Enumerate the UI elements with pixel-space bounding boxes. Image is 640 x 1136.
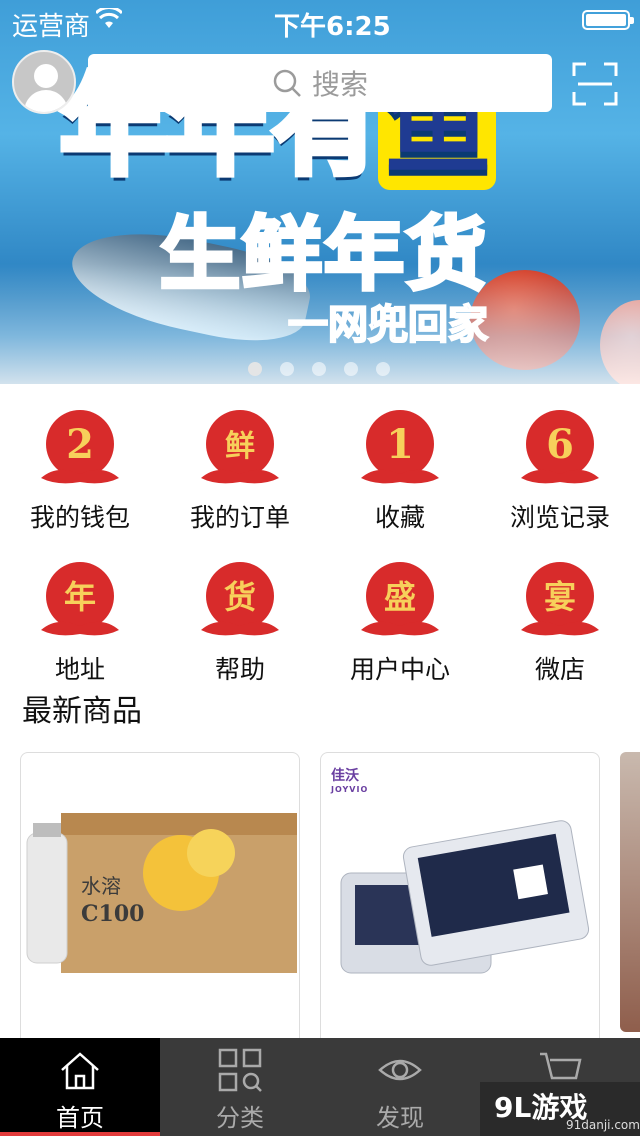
home-icon — [61, 1052, 99, 1090]
menu-glyph: 货 — [224, 578, 256, 616]
menu-label: 我的钱包 — [29, 503, 130, 532]
micro-store-icon: 宴 — [521, 562, 599, 636]
category-icon — [218, 1048, 262, 1092]
scan-icon[interactable] — [572, 62, 618, 106]
wifi-icon — [96, 8, 122, 28]
page-dot[interactable] — [344, 362, 358, 376]
page-dot[interactable] — [376, 362, 390, 376]
product-brand-tag: 佳沃 JOYVIO — [331, 768, 369, 794]
menu-item-orders[interactable]: 鲜 我的订单 — [160, 408, 320, 538]
menu-glyph: 盛 — [384, 578, 416, 616]
battery-icon — [582, 10, 634, 30]
avatar[interactable] — [12, 50, 76, 114]
orders-icon: 鲜 — [201, 410, 279, 484]
site-watermark: 9L游戏 91danji.com — [480, 1082, 640, 1136]
page-dot[interactable] — [312, 362, 326, 376]
carrier-label: 运营商 — [12, 12, 91, 42]
menu-glyph: 宴 — [544, 578, 576, 616]
search-icon — [273, 69, 301, 97]
avatar-head-shape — [34, 64, 58, 88]
banner-page-indicator[interactable] — [248, 362, 390, 376]
user-center-icon: 盛 — [361, 562, 439, 636]
search-bar[interactable]: 搜索 — [88, 54, 552, 112]
avatar-body-shape — [24, 90, 68, 112]
active-tab-indicator — [0, 1132, 160, 1136]
menu-glyph: 鲜 — [225, 429, 255, 464]
menu-label: 帮助 — [214, 655, 265, 684]
product-card[interactable]: 水溶 C100 — [20, 752, 300, 1052]
product-model-text: C100 — [81, 901, 144, 927]
menu-item-micro-store[interactable]: 宴 微店 — [480, 560, 640, 690]
status-time: 下午6:25 — [274, 12, 391, 42]
history-icon: 6 — [521, 410, 599, 484]
menu-item-history[interactable]: 6 浏览记录 — [480, 408, 640, 538]
page-dot[interactable] — [280, 362, 294, 376]
help-icon: 货 — [201, 562, 279, 636]
watermark-domain: 91danji.com — [566, 1118, 640, 1132]
menu-glyph: 年 — [64, 578, 96, 616]
tab-discover[interactable]: 发现 — [320, 1038, 480, 1136]
tab-home[interactable]: 首页 — [0, 1038, 160, 1136]
menu-label: 微店 — [534, 655, 585, 684]
menu-label: 收藏 — [374, 503, 425, 532]
menu-item-help[interactable]: 货 帮助 — [160, 560, 320, 690]
menu-item-user-center[interactable]: 盛 用户中心 — [320, 560, 480, 690]
product-card[interactable]: 佳沃 JOYVIO — [320, 752, 600, 1052]
eye-icon — [378, 1059, 422, 1081]
menu-label: 我的订单 — [189, 503, 290, 532]
menu-item-address[interactable]: 年 地址 — [0, 560, 160, 690]
tab-category[interactable]: 分类 — [160, 1038, 320, 1136]
menu-glyph: 6 — [546, 421, 574, 468]
page-dot[interactable] — [248, 362, 262, 376]
address-icon: 年 — [41, 562, 119, 636]
menu-label: 浏览记录 — [509, 503, 610, 532]
tab-label: 首页 — [56, 1104, 104, 1132]
tab-label: 分类 — [216, 1104, 264, 1132]
latest-products-title: 最新商品 — [22, 694, 142, 729]
product-image-blueberry-box — [340, 820, 590, 974]
menu-item-favorites[interactable]: 1 收藏 — [320, 408, 480, 538]
menu-item-wallet[interactable]: 2 我的钱包 — [0, 408, 160, 538]
menu-glyph: 1 — [386, 421, 414, 468]
tab-label: 发现 — [376, 1104, 424, 1132]
favorites-icon: 1 — [361, 410, 439, 484]
banner-subtitle: 生鲜年货 — [158, 206, 488, 303]
product-brand-text: 水溶 — [81, 874, 121, 898]
product-image-drink-box: 水溶 C100 — [26, 813, 297, 973]
product-card-partial[interactable] — [620, 752, 640, 1032]
search-placeholder: 搜索 — [311, 68, 368, 101]
menu-glyph: 2 — [66, 421, 94, 468]
menu-label: 用户中心 — [349, 655, 450, 684]
status-bar: 运营商 下午6:25 — [0, 0, 640, 42]
wallet-icon: 2 — [41, 410, 119, 484]
banner-tagline: 一网兜回家 — [287, 301, 489, 349]
menu-label: 地址 — [54, 655, 105, 684]
